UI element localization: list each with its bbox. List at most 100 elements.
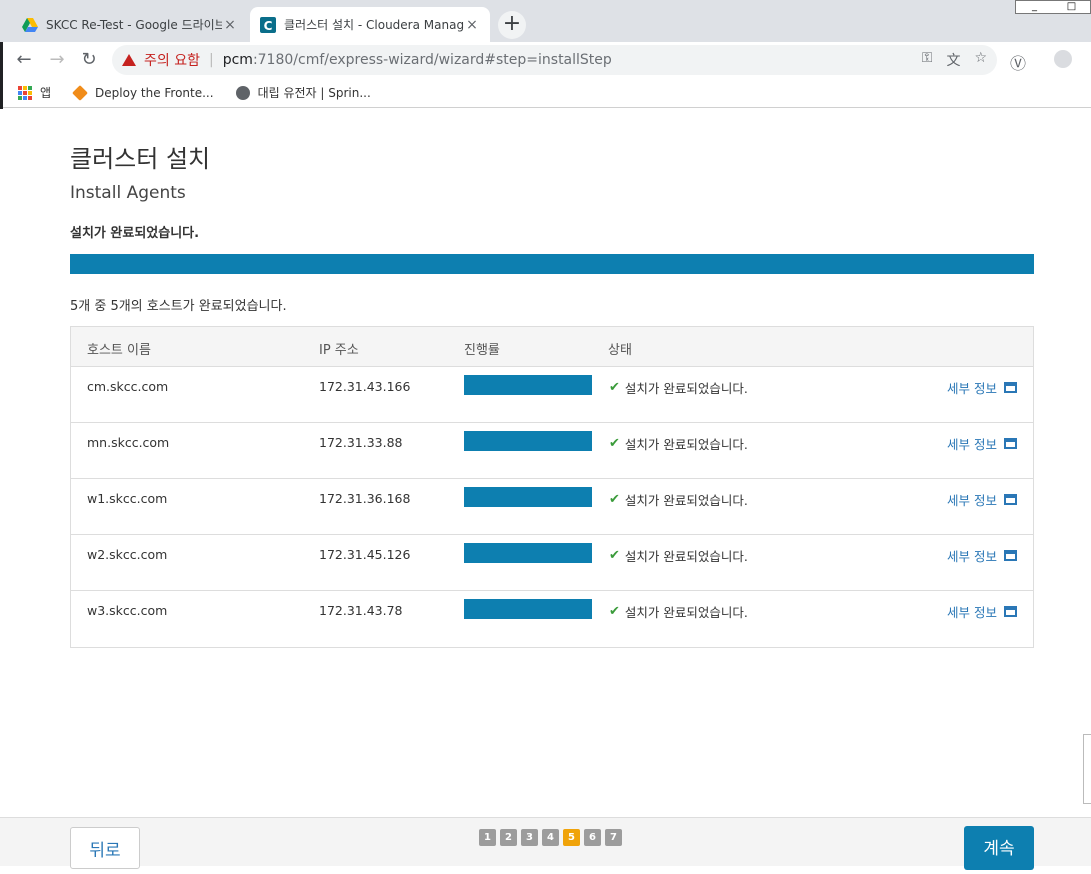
bookmark-label: Deploy the Fronte...: [95, 85, 214, 100]
google-drive-icon: [22, 17, 38, 32]
column-header-progress: 진행률: [464, 343, 500, 358]
cube-icon: [72, 84, 88, 101]
host-status: ✔ 설치가 완료되었습니다.: [609, 434, 748, 453]
column-header-status: 상태: [608, 343, 632, 358]
check-icon: ✔: [609, 548, 620, 563]
page-subtitle: Install Agents: [70, 183, 186, 203]
overall-progress-bar: [70, 254, 1034, 274]
host-name: cm.skcc.com: [87, 379, 169, 394]
step-1[interactable]: 1: [479, 829, 496, 846]
window-icon: [1004, 438, 1017, 449]
table-row: cm.skcc.com 172.31.43.166 ✔ 설치가 완료되었습니다. 세부 …: [71, 367, 1033, 423]
forward-arrow-icon[interactable]: →: [45, 48, 69, 72]
warning-icon: [122, 54, 136, 66]
feedback-tab[interactable]: [1083, 734, 1091, 804]
url-host: pcm: [222, 52, 253, 68]
host-ip: 172.31.36.168: [319, 491, 411, 506]
host-ip: 172.31.43.78: [319, 603, 403, 618]
minimize-icon[interactable]: _: [1016, 1, 1053, 13]
table-row: mn.skcc.com 172.31.33.88 ✔ 설치가 완료되었습니다. 세부 정…: [71, 423, 1033, 479]
close-icon[interactable]: ×: [464, 17, 480, 33]
apps-icon: [18, 85, 32, 100]
host-progress-bar: [464, 431, 592, 451]
reload-icon[interactable]: ↻: [77, 48, 101, 72]
omnibox-actions: ⚿ 文 ☆: [922, 50, 987, 70]
address-bar[interactable]: 주의 요함 | pcm:7180/cmf/express-wizard/wiza…: [112, 45, 997, 75]
tab-google-drive[interactable]: SKCC Re-Test - Google 드라이브 ×: [12, 7, 248, 42]
page-title: 클러스터 설치: [70, 145, 211, 173]
host-ip: 172.31.33.88: [319, 435, 403, 450]
bookmark-label: 앱: [40, 86, 52, 100]
host-progress-fill: [464, 375, 592, 395]
details-link[interactable]: 세부 정보: [947, 602, 1017, 621]
step-5[interactable]: 5: [563, 829, 580, 846]
details-label: 세부 정보: [947, 381, 997, 396]
table-body: cm.skcc.com 172.31.43.166 ✔ 설치가 완료되었습니다. 세부 …: [71, 367, 1033, 647]
tab-title: SKCC Re-Test - Google 드라이브: [46, 18, 222, 32]
security-warning[interactable]: 주의 요함: [122, 50, 200, 70]
star-icon[interactable]: ☆: [974, 50, 987, 70]
details-label: 세부 정보: [947, 605, 997, 620]
profile-avatar-icon[interactable]: [1054, 50, 1072, 68]
host-progress-bar: [464, 543, 592, 563]
key-icon[interactable]: ⚿: [922, 50, 933, 70]
step-3[interactable]: 3: [521, 829, 538, 846]
step-6[interactable]: 6: [584, 829, 601, 846]
back-arrow-icon[interactable]: ←: [12, 48, 36, 72]
tab-cloudera-manager[interactable]: C 클러스터 설치 - Cloudera Manager ×: [250, 7, 490, 42]
maximize-icon[interactable]: □: [1053, 1, 1090, 13]
bookmark-label: 대립 유전자 | Sprin...: [257, 86, 371, 100]
bookmark-apps[interactable]: 앱: [18, 84, 51, 101]
extension-icon[interactable]: Ⓥ: [1010, 50, 1026, 74]
wizard-content: 클러스터 설치 Install Agents 설치가 완료되었습니다. 5개 중…: [0, 109, 1091, 817]
window-icon: [1004, 550, 1017, 561]
host-progress-fill: [464, 599, 592, 619]
browser-toolbar: ← → ↻ 주의 요함 | pcm:7180/cmf/express-wizar…: [0, 42, 1091, 78]
cloudera-icon: C: [260, 16, 276, 33]
step-7[interactable]: 7: [605, 829, 622, 846]
step-indicator: 1234567: [479, 829, 622, 846]
details-link[interactable]: 세부 정보: [947, 378, 1017, 397]
host-status-text: 설치가 완료되었습니다.: [624, 437, 748, 452]
translate-icon[interactable]: 文: [946, 50, 960, 70]
close-icon[interactable]: ×: [222, 17, 238, 33]
window-icon: [1004, 382, 1017, 393]
tab-title: 클러스터 설치 - Cloudera Manager: [284, 18, 464, 32]
details-link[interactable]: 세부 정보: [947, 546, 1017, 565]
column-header-host: 호스트 이름: [87, 343, 151, 358]
host-name: mn.skcc.com: [87, 435, 170, 450]
host-status: ✔ 설치가 완료되었습니다.: [609, 546, 748, 565]
continue-button[interactable]: 계속: [964, 826, 1034, 870]
window-icon: [1004, 606, 1017, 617]
window-controls[interactable]: _ □: [1015, 0, 1091, 14]
hosts-table: 호스트 이름 IP 주소 진행률 상태 cm.skcc.com 172.31.43…: [70, 326, 1034, 648]
host-progress-bar: [464, 375, 592, 395]
host-status-text: 설치가 완료되었습니다.: [624, 493, 748, 508]
details-link[interactable]: 세부 정보: [947, 490, 1017, 509]
new-tab-button[interactable]: +: [498, 11, 526, 39]
step-2[interactable]: 2: [500, 829, 517, 846]
table-row: w1.skcc.com 172.31.36.168 ✔ 설치가 완료되었습니다. 세부 …: [71, 479, 1033, 535]
globe-icon: [235, 85, 250, 100]
security-label: 주의 요함: [144, 53, 200, 69]
url-path: :7180/cmf/express-wizard/wizard#step=ins…: [252, 52, 612, 68]
host-status: ✔ 설치가 완료되었습니다.: [609, 490, 748, 509]
host-status-text: 설치가 완료되었습니다.: [624, 605, 748, 620]
check-icon: ✔: [609, 492, 620, 507]
table-header: 호스트 이름 IP 주소 진행률 상태: [71, 327, 1033, 367]
bookmark-deploy[interactable]: Deploy the Fronte...: [72, 84, 214, 101]
host-status-text: 설치가 완료되었습니다.: [624, 381, 748, 396]
host-progress-bar: [464, 487, 592, 507]
details-label: 세부 정보: [947, 437, 997, 452]
overall-progress-fill: [70, 254, 1034, 274]
install-status: 설치가 완료되었습니다.: [70, 226, 200, 241]
details-link[interactable]: 세부 정보: [947, 434, 1017, 453]
host-progress-bar: [464, 599, 592, 619]
back-button[interactable]: 뒤로: [70, 827, 140, 869]
check-icon: ✔: [609, 380, 620, 395]
bookmark-sprin[interactable]: 대립 유전자 | Sprin...: [235, 84, 371, 101]
omnibox-separator: |: [208, 52, 214, 68]
host-status: ✔ 설치가 완료되었습니다.: [609, 602, 748, 621]
step-4[interactable]: 4: [542, 829, 559, 846]
details-label: 세부 정보: [947, 493, 997, 508]
